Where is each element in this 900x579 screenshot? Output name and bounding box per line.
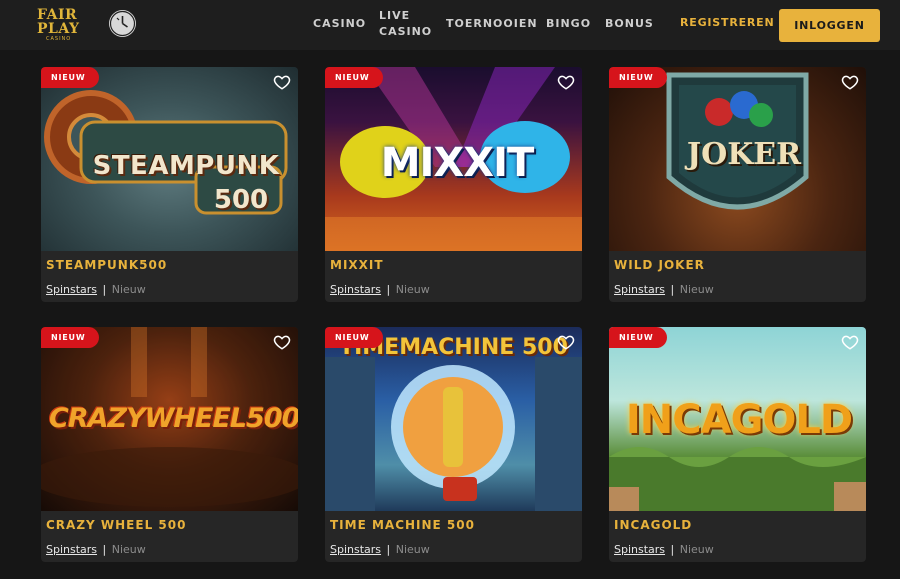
game-title[interactable]: INCAGOLD	[614, 518, 692, 532]
meta-separator: |	[670, 543, 675, 556]
game-tag: Nieuw	[395, 543, 430, 556]
game-meta: Spinstars | Nieuw	[330, 543, 430, 556]
logo-line-1: FAIR	[37, 7, 78, 23]
heart-outline-icon[interactable]	[273, 333, 291, 351]
game-title[interactable]: MIXXIT	[330, 258, 384, 272]
game-thumbnail[interactable]: CRAZYWHEEL500	[41, 327, 298, 511]
game-thumbnail[interactable]: JOKER	[609, 67, 866, 251]
game-thumbnail[interactable]: MIXXIT	[325, 67, 582, 251]
game-logo-text: INCAGOLD	[625, 397, 853, 443]
provider-link[interactable]: Spinstars	[330, 543, 381, 556]
game-tag: Nieuw	[111, 543, 146, 556]
fairplay-logo[interactable]: FAIR PLAY CASINO	[37, 8, 87, 42]
game-card-incagold[interactable]: INCAGOLD NIEUW INCAGOLD Spinstars | Nieu…	[609, 327, 866, 562]
new-badge: NIEUW	[41, 327, 100, 348]
provider-link[interactable]: Spinstars	[614, 543, 665, 556]
game-title[interactable]: WILD JOKER	[614, 258, 705, 272]
new-badge: NIEUW	[325, 327, 384, 348]
new-badge: NIEUW	[41, 67, 100, 88]
game-logo-text: CRAZYWHEEL500	[49, 403, 298, 434]
provider-link[interactable]: Spinstars	[614, 283, 665, 296]
game-tag: Nieuw	[679, 543, 714, 556]
game-meta: Spinstars | Nieuw	[46, 543, 146, 556]
provider-link[interactable]: Spinstars	[46, 283, 97, 296]
meta-separator: |	[102, 283, 107, 296]
meta-separator: |	[102, 543, 107, 556]
heart-outline-icon[interactable]	[557, 333, 575, 351]
provider-link[interactable]: Spinstars	[330, 283, 381, 296]
game-meta: Spinstars | Nieuw	[330, 283, 430, 296]
game-card-steampunk500[interactable]: STEAMPUNK 500 NIEUW STEAMPUNK500 Spinsta…	[41, 67, 298, 302]
game-title[interactable]: STEAMPUNK500	[46, 258, 167, 272]
game-logo-text: STEAMPUNK	[92, 151, 280, 181]
game-tag: Nieuw	[679, 283, 714, 296]
game-thumbnail[interactable]: INCAGOLD	[609, 327, 866, 511]
game-title[interactable]: CRAZY WHEEL 500	[46, 518, 186, 532]
meta-separator: |	[670, 283, 675, 296]
new-badge: NIEUW	[325, 67, 384, 88]
nav-casino[interactable]: CASINO	[313, 16, 366, 32]
game-card-mixxit[interactable]: MIXXIT NIEUW MIXXIT Spinstars | Nieuw	[325, 67, 582, 302]
game-meta: Spinstars | Nieuw	[614, 283, 714, 296]
game-card-crazy-wheel-500[interactable]: CRAZYWHEEL500 NIEUW CRAZY WHEEL 500 Spin…	[41, 327, 298, 562]
game-meta: Spinstars | Nieuw	[46, 283, 146, 296]
game-title[interactable]: TIME MACHINE 500	[330, 518, 475, 532]
game-card-time-machine-500[interactable]: TIMEMACHINE 500 NIEUW TIME MACHINE 500 S…	[325, 327, 582, 562]
register-link[interactable]: REGISTREREN	[680, 16, 775, 29]
top-header: FAIR PLAY CASINO CASINO LIVE CASINO TOER…	[0, 0, 900, 50]
heart-outline-icon[interactable]	[841, 73, 859, 91]
heart-outline-icon[interactable]	[841, 333, 859, 351]
provider-link[interactable]: Spinstars	[46, 543, 97, 556]
clock-icon[interactable]	[109, 10, 136, 37]
new-badge: NIEUW	[609, 67, 668, 88]
logo-line-3: CASINO	[46, 36, 72, 42]
nav-toernooien[interactable]: TOERNOOIEN	[446, 16, 538, 32]
game-thumbnail[interactable]: STEAMPUNK 500	[41, 67, 298, 251]
game-tag: Nieuw	[395, 283, 430, 296]
meta-separator: |	[386, 543, 391, 556]
game-logo-text: MIXXIT	[380, 140, 535, 186]
heart-outline-icon[interactable]	[557, 73, 575, 91]
nav-bonus[interactable]: BONUS	[605, 16, 654, 32]
nav-live-casino[interactable]: LIVE CASINO	[379, 8, 434, 40]
game-meta: Spinstars | Nieuw	[614, 543, 714, 556]
heart-outline-icon[interactable]	[273, 73, 291, 91]
meta-separator: |	[386, 283, 391, 296]
game-logo-number: 500	[213, 185, 269, 215]
game-card-wild-joker[interactable]: JOKER NIEUW WILD JOKER Spinstars | Nieuw	[609, 67, 866, 302]
login-button[interactable]: INLOGGEN	[779, 9, 880, 42]
game-logo-text: JOKER	[686, 137, 802, 172]
game-tag: Nieuw	[111, 283, 146, 296]
nav-bingo[interactable]: BINGO	[546, 16, 591, 32]
game-thumbnail[interactable]: TIMEMACHINE 500	[325, 327, 582, 511]
logo-line-2: PLAY	[37, 21, 80, 37]
new-badge: NIEUW	[609, 327, 668, 348]
